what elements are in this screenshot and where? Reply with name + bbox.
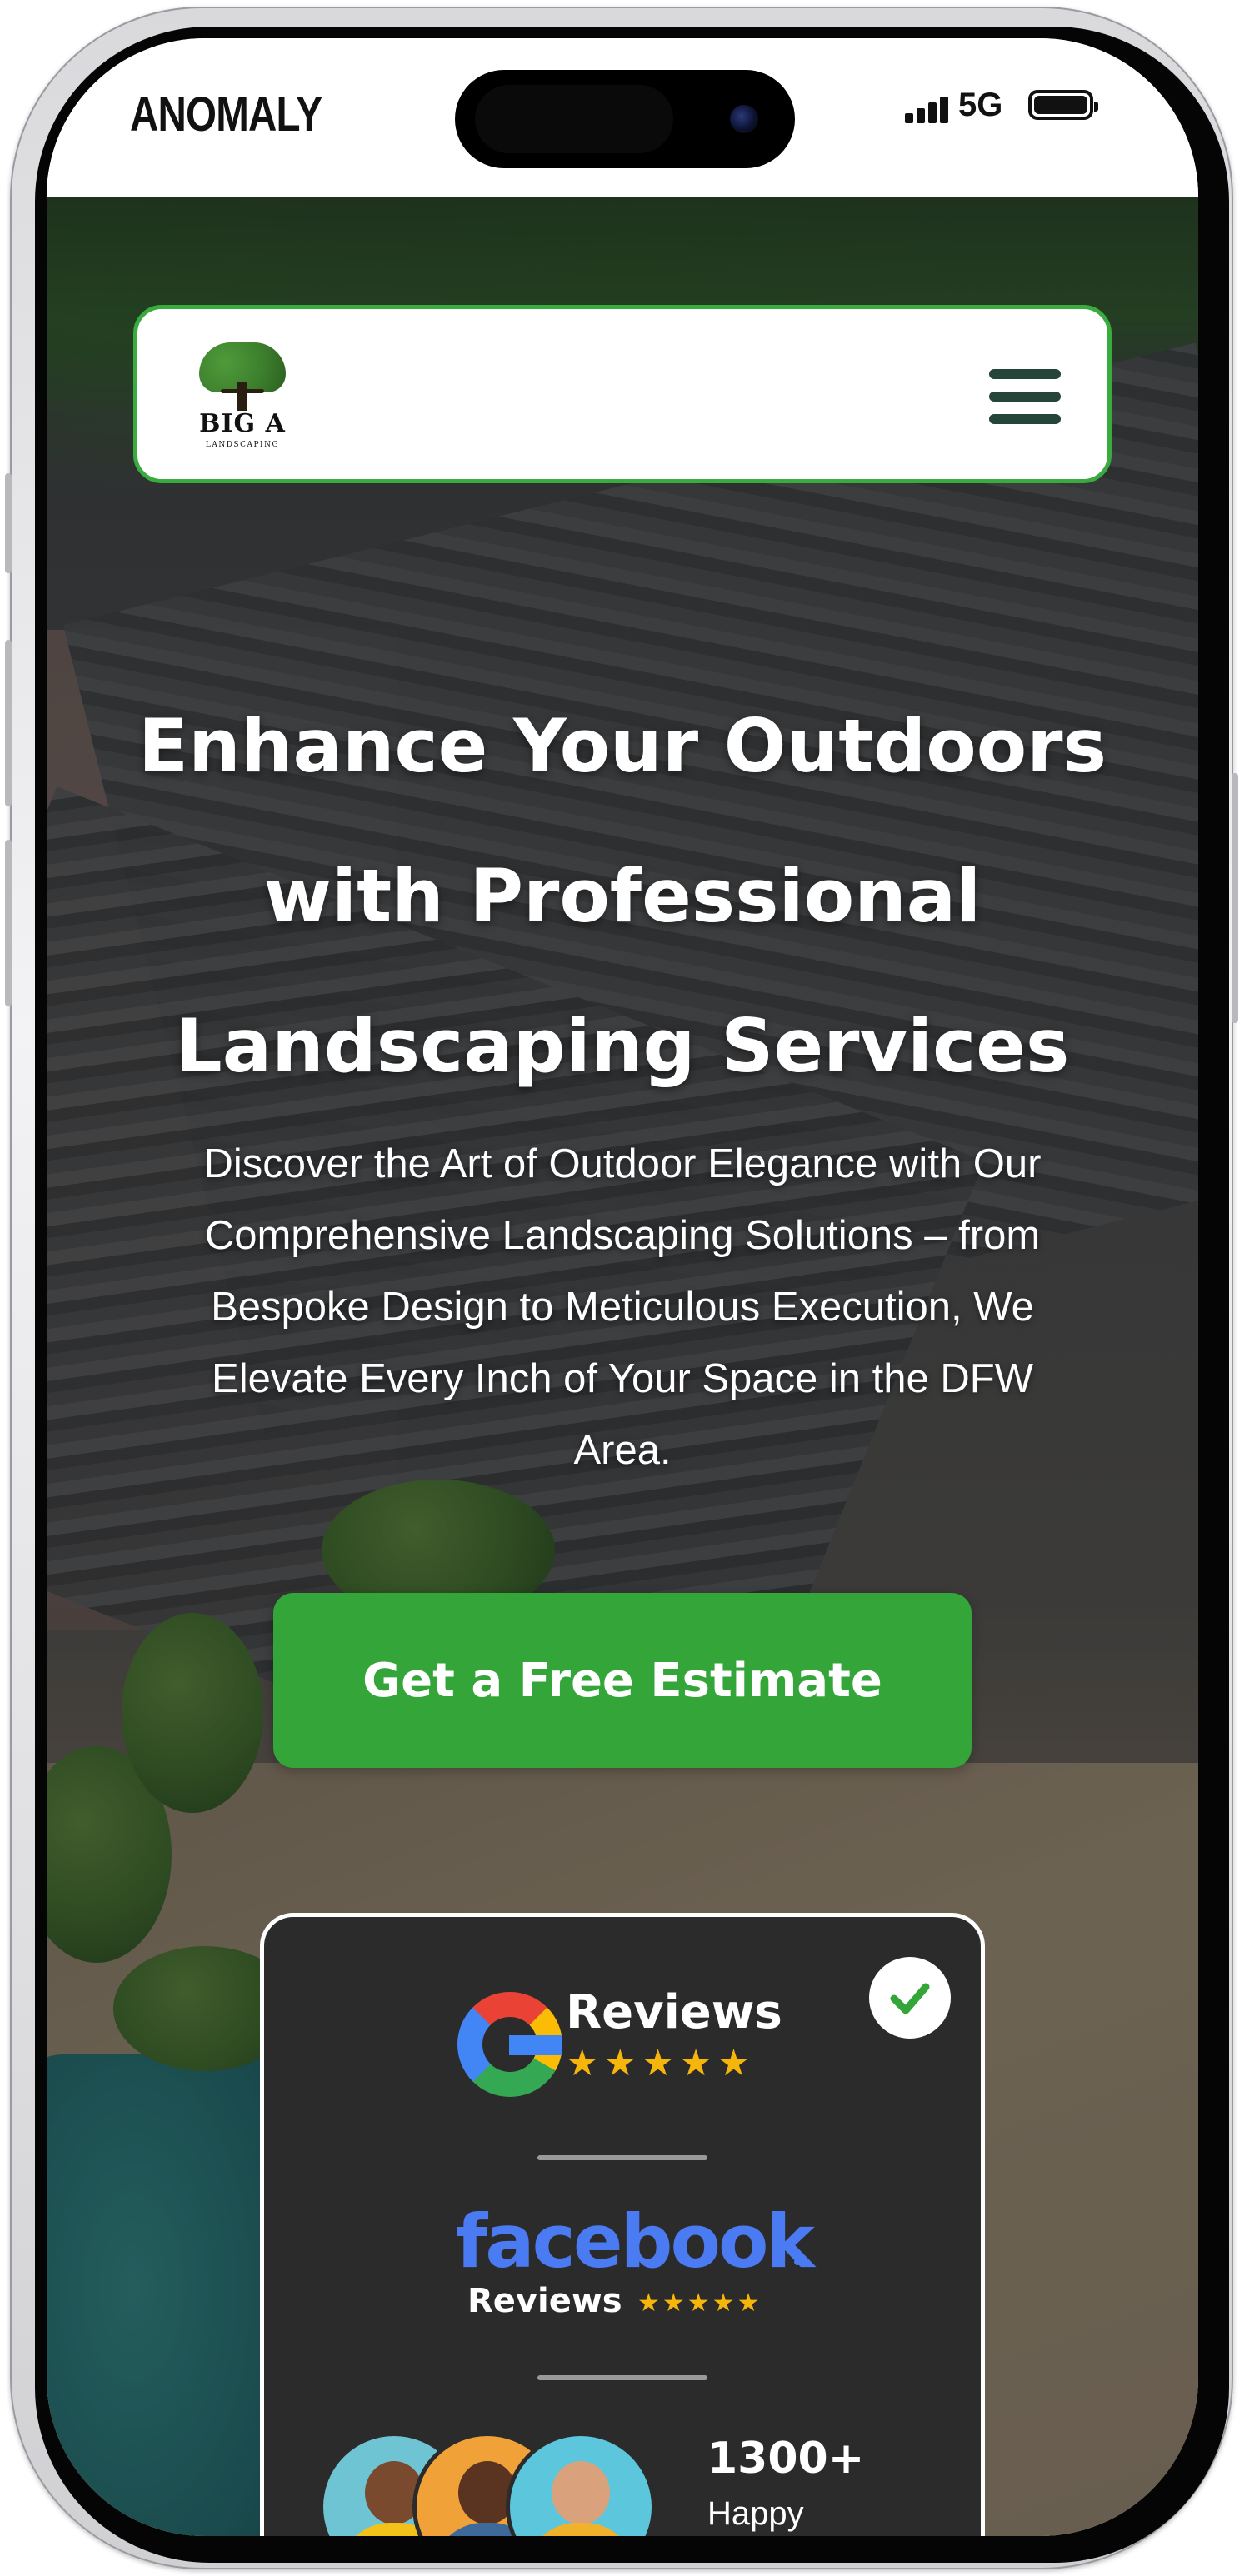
headline-line: Landscaping Services [175, 1003, 1070, 1089]
status-bar: ANOMALY 5G [47, 38, 1198, 197]
dynamic-island [455, 70, 795, 168]
facebook-dot [794, 2259, 801, 2265]
subtext-line: Discover the Art of Outdoor Elegance wit… [203, 1141, 1042, 1186]
google-logo-icon [457, 1992, 562, 2097]
subtext-line: Area. [573, 1428, 672, 1473]
subtext-line: Comprehensive Landscaping Solutions – fr… [204, 1213, 1041, 1258]
side-button [5, 473, 12, 573]
happy-customers-count: 1300+ [707, 2434, 865, 2484]
google-rating-stars: ★★★★★ [566, 2042, 756, 2084]
power-button [1232, 773, 1238, 1023]
volume-up-button [5, 640, 12, 806]
island-sensor [475, 85, 673, 153]
site-header: BIG A LANDSCAPING [133, 305, 1112, 483]
headline-line: with Professional [263, 853, 982, 939]
network-label: 5G [958, 87, 1003, 123]
subtext-line: Elevate Every Inch of Your Space in the … [212, 1356, 1033, 1401]
camera-icon [730, 105, 758, 133]
hero-headline: Enhance Your Outdoors with Professional … [97, 671, 1148, 1121]
logo-tagline: LANDSCAPING [205, 441, 280, 449]
facebook-reviews-label: Reviews [467, 2282, 622, 2320]
divider [537, 2155, 707, 2160]
headline-line: Enhance Your Outdoors [138, 703, 1107, 789]
battery-icon [1028, 90, 1098, 120]
phone-screen: ANOMALY 5G BIG A LANDSCAPING Enhance You… [47, 38, 1198, 2536]
facebook-rating-stars: ★★★★★ [637, 2289, 762, 2318]
facebook-logo: facebook [456, 2199, 815, 2284]
free-estimate-button[interactable]: Get a Free Estimate [273, 1593, 972, 1768]
hero-subtext: Discover the Art of Outdoor Elegance wit… [105, 1128, 1140, 1486]
volume-down-button [5, 840, 12, 1006]
cellular-signal-icon [905, 95, 948, 123]
subtext-line: Bespoke Design to Meticulous Execution, … [211, 1285, 1034, 1330]
brand-logo[interactable]: BIG A LANDSCAPING [191, 342, 294, 454]
divider [537, 2375, 707, 2380]
hamburger-menu-icon[interactable] [989, 369, 1061, 424]
carrier-label: ANOMALY [130, 87, 322, 142]
logo-name: BIG A [199, 409, 286, 438]
happy-customers-label: Happy [707, 2495, 804, 2532]
reviews-card: Reviews ★★★★★ facebook Reviews ★★★★★ 130… [260, 1913, 985, 2536]
check-icon [869, 1957, 951, 2039]
google-reviews-label: Reviews [566, 1985, 782, 2039]
